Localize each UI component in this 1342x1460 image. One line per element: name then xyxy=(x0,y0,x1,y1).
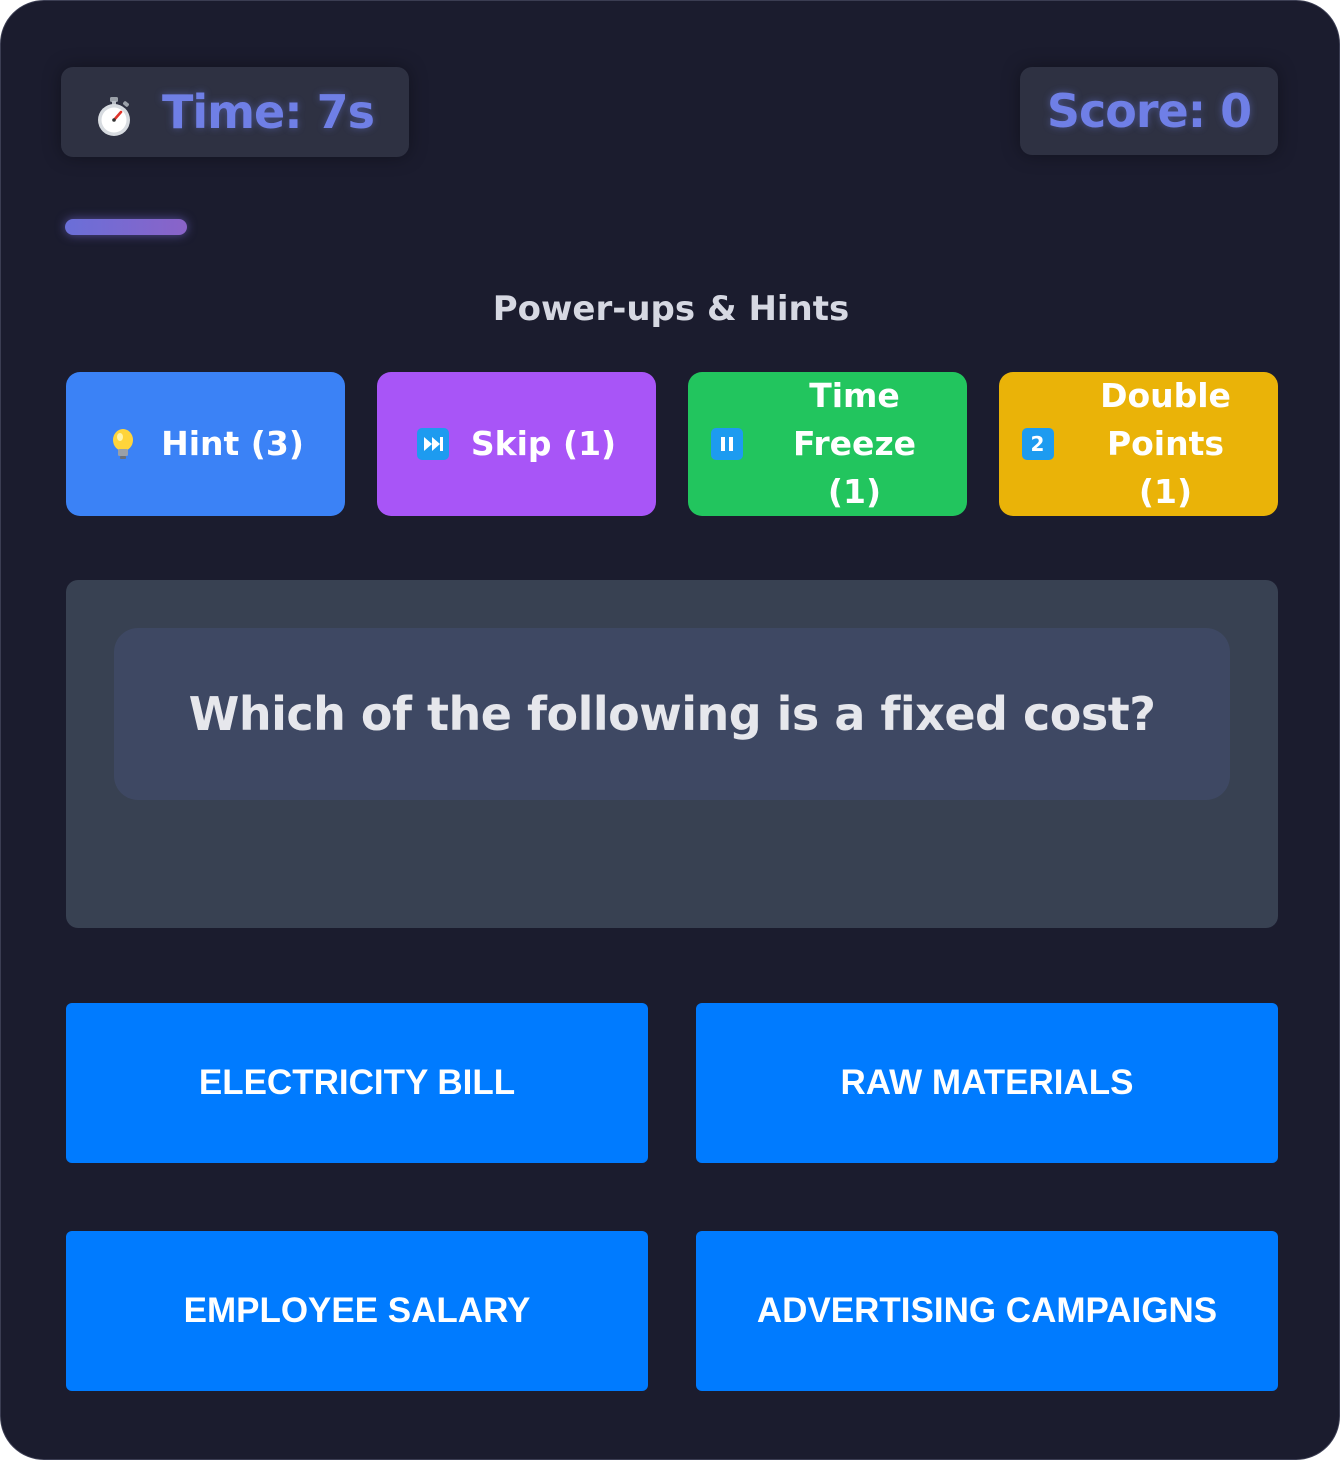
time-freeze-label: Time Freeze (1) xyxy=(792,376,917,511)
score-label: Score: 0 xyxy=(1046,84,1252,138)
answer-button-2[interactable]: RAW MATERIALS xyxy=(696,1003,1278,1163)
hint-button[interactable]: Hint (3) xyxy=(66,372,345,516)
fast-forward-icon xyxy=(416,428,449,460)
stopwatch-icon xyxy=(96,97,132,136)
answer-button-1[interactable]: ELECTRICITY BILL xyxy=(66,1003,648,1163)
keycap-2-icon: 2 xyxy=(1021,428,1054,460)
lightbulb-icon xyxy=(107,428,139,460)
double-points-button[interactable]: 2 Double Points (1) xyxy=(999,372,1278,516)
pause-icon xyxy=(710,428,743,460)
time-freeze-button[interactable]: Time Freeze (1) xyxy=(688,372,967,516)
timer-badge: Time: 7s xyxy=(61,67,409,157)
question-panel: Which of the following is a fixed cost? xyxy=(66,580,1278,928)
keycap-2-glyph: 2 xyxy=(1021,428,1054,460)
timer-label: Time: 7s xyxy=(161,85,375,139)
answer-button-4[interactable]: ADVERTISING CAMPAIGNS xyxy=(696,1231,1278,1391)
quiz-card: Time: 7s Score: 0 Power-ups & Hints Hint… xyxy=(0,0,1340,1460)
score-badge: Score: 0 xyxy=(1020,67,1278,155)
time-progress-bar xyxy=(65,219,187,235)
answer-button-3[interactable]: EMPLOYEE SALARY xyxy=(66,1231,648,1391)
powerups-title: Power-ups & Hints xyxy=(492,289,850,329)
question-text: Which of the following is a fixed cost? xyxy=(114,628,1230,800)
double-points-label: Double Points (1) xyxy=(1100,376,1231,511)
skip-button[interactable]: Skip (1) xyxy=(377,372,656,516)
hint-label: Hint (3) xyxy=(161,424,304,463)
skip-label: Skip (1) xyxy=(470,424,617,463)
